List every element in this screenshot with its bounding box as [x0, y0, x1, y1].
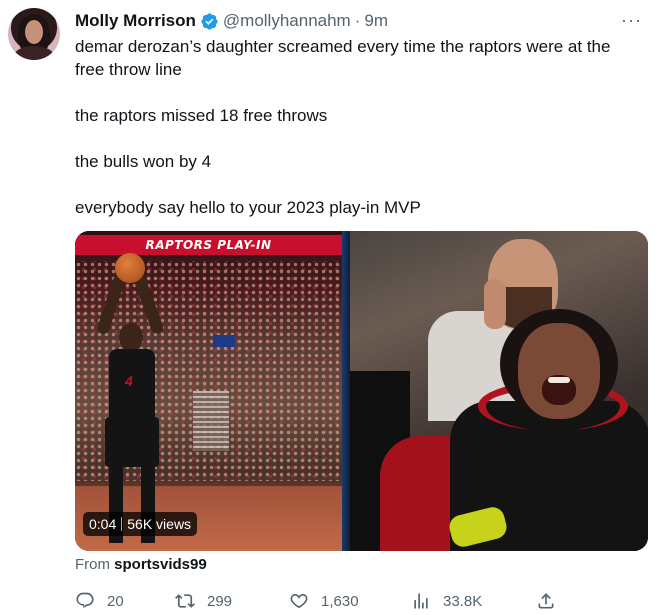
source-account-link[interactable]: sportsvids99: [114, 556, 207, 573]
tweet-video[interactable]: RAPTORS PLAY-IN 4 0:04 56K views: [75, 231, 648, 551]
reply-icon: [76, 592, 94, 609]
action-bar: 20 299 1,630 33.8K: [75, 590, 635, 612]
views-button[interactable]: 33.8K: [411, 590, 482, 612]
retweet-icon: [175, 594, 195, 608]
tweet-text: demar derozan’s daughter screamed every …: [75, 35, 645, 81]
video-views: 56K views: [127, 516, 192, 532]
author-name[interactable]: Molly Morrison: [75, 11, 196, 31]
like-count: 1,630: [321, 592, 359, 610]
player-figure: 4: [87, 245, 177, 545]
author-handle[interactable]: @mollyhannahm: [223, 11, 351, 31]
video-divider: [342, 231, 350, 551]
share-icon: [538, 593, 554, 609]
video-source: From sportsvids99: [75, 556, 207, 573]
retweet-count: 299: [207, 592, 233, 610]
retweet-button[interactable]: 299: [175, 590, 232, 612]
video-frame-left: RAPTORS PLAY-IN 4 0:04 56K views: [75, 231, 342, 551]
tweet-line-1a: demar derozan’s daughter screamed every …: [75, 37, 611, 56]
views-chart-icon: [414, 593, 428, 609]
jersey-number: 4: [125, 373, 133, 389]
reply-count: 20: [107, 592, 124, 610]
tweet-line-1b: free throw line: [75, 60, 182, 79]
heart-icon: [290, 593, 308, 609]
source-prefix: From: [75, 556, 110, 573]
post-time[interactable]: 9m: [364, 11, 388, 31]
separator-dot: ·: [354, 11, 361, 30]
video-time: 0:04: [89, 516, 117, 532]
more-dots-icon[interactable]: ···: [621, 10, 642, 31]
views-count: 33.8K: [443, 592, 483, 610]
verified-badge-icon: [200, 12, 219, 31]
video-frame-right: [350, 231, 648, 551]
tweet-paragraph-4: everybody say hello to your 2023 play-in…: [75, 198, 421, 217]
reply-button[interactable]: 20: [75, 590, 124, 612]
like-button[interactable]: 1,630: [289, 590, 359, 612]
tweet-header: Molly Morrison @mollyhannahm · 9m: [75, 10, 388, 32]
avatar[interactable]: [8, 8, 60, 60]
video-stats-badge: 0:04 56K views: [83, 512, 198, 536]
tweet-paragraph-3: the bulls won by 4: [75, 152, 212, 171]
tweet-paragraph-2: the raptors missed 18 free throws: [75, 106, 328, 125]
share-button[interactable]: [536, 590, 568, 612]
